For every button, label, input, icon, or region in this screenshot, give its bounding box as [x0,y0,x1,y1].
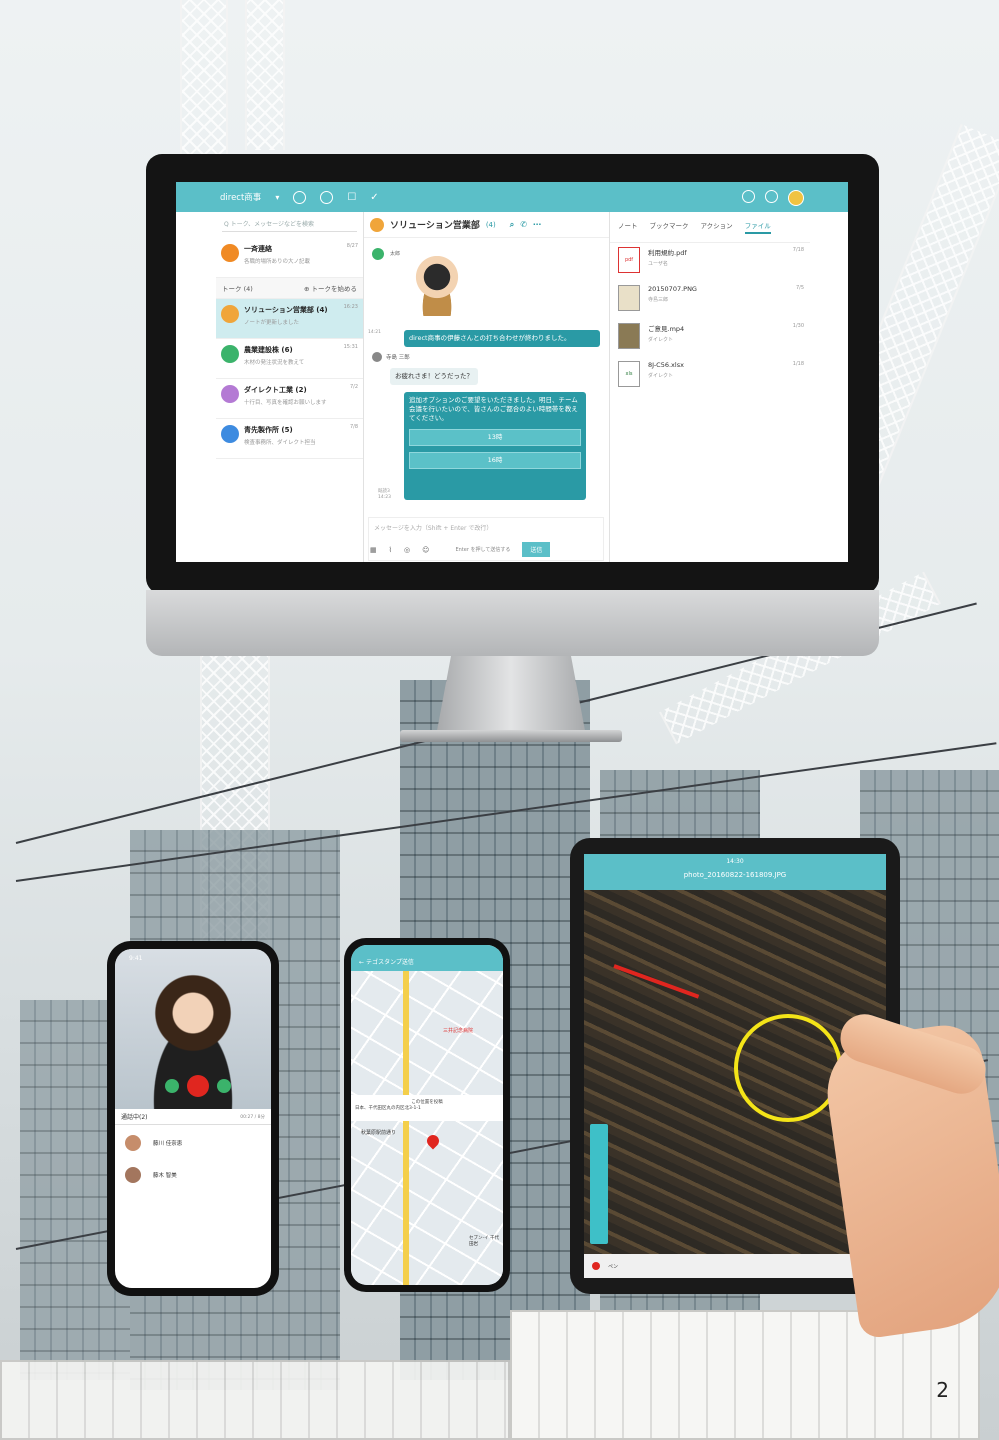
monitor-base [400,730,622,742]
crane-tower [245,0,285,150]
grid-icon[interactable]: ▦ [370,546,377,554]
task-icon[interactable]: ✓ [370,192,378,203]
chat-panel: ソリューション営業部 (4) ⌕ ✆ ⋯ 太郎 direct商事の伊藤さんとの打… [364,212,610,562]
announcement-icon [221,244,239,262]
file-item[interactable]: xls 8J-C56.xlsx ダイレクト 1/18 [610,357,810,395]
read-label: 既読3 [378,489,390,494]
tablet-bottom-bar: ペン [584,1254,886,1278]
bookmark-icon[interactable]: ☐ [347,192,356,203]
video-thumbnail-icon [618,323,640,349]
composer-tools: ▦ ⌇ ◎ ☺ Enter を押して送信する 送信 [370,542,551,557]
file-item[interactable]: 20150707.PNG 寺島三郎 7/5 [610,281,810,319]
color-dot-icon[interactable] [592,1262,600,1270]
group-avatar [370,217,384,232]
emoji-icon[interactable] [742,190,755,203]
poll-option-button[interactable]: 16時 [409,452,581,470]
member-count[interactable]: (4) [486,221,496,229]
phone-screen: ← テゴスタンプ送信 三井記念病院 この位置を投稿 日本、千代田区丸の内区北3-… [351,945,503,1285]
app-name[interactable]: direct商事 [220,191,261,203]
pdf-icon: pdf [618,247,640,273]
phone-video-call: 9:41 通話中(2) 00:27 / 8分 藤川 佳奈恵 藤木 智美 [107,941,279,1296]
tablet-header: 14:30 photo_20160822-161809.JPG [584,854,886,890]
spreadsheet-icon: xls [618,361,640,387]
tab-file[interactable]: ファイル [744,220,771,234]
tab-note[interactable]: ノート [618,220,638,234]
side-tabs: ノート ブックマーク アクション ファイル [610,212,810,243]
location-card[interactable]: この位置を投稿 日本、千代田区丸の内区北3-1-1 [351,1095,503,1121]
talk-header: トーク (4) ⊕ トークを始める [216,278,363,299]
map-header: ← テゴスタンプ送信 [351,945,503,971]
monitor-chin [146,590,879,656]
talk-item[interactable]: 農業建設株 (6) 木材の発注状況を教えて 15:31 [216,339,363,379]
phone-map: ← テゴスタンプ送信 三井記念病院 この位置を投稿 日本、千代田区丸の内区北3-… [344,938,510,1292]
annotation-circle [734,1014,842,1122]
site-container [0,1360,510,1440]
talk-list: Q トーク、メッセージなどを検索 一斉連絡 各職的場所ありの大ノ記載 8/27 ト… [216,212,364,562]
avatar [125,1135,141,1151]
poll-option-button[interactable]: 13時 [409,429,581,447]
phone-screen: 9:41 通話中(2) 00:27 / 8分 藤川 佳奈恵 藤木 智美 [115,949,271,1288]
group-avatar [221,385,239,403]
poll-message: 追加オプションのご要望をいただきました。明日、チーム会議を行いたいので、皆さんの… [404,392,586,500]
sender-avatar [372,248,384,260]
stamp-icon[interactable]: ◎ [404,546,410,554]
camera-icon[interactable] [217,1079,231,1093]
tab-action[interactable]: アクション [701,220,733,234]
photo-title: photo_20160822-161809.JPG [683,871,787,879]
send-hint[interactable]: Enter を押して送信する [455,546,510,553]
search-icon[interactable]: ⌕ [510,220,514,230]
avatar [125,1167,141,1183]
user-avatar[interactable] [788,190,804,206]
send-button[interactable]: 送信 [522,542,551,557]
list-item[interactable]: 一斉連絡 各職的場所ありの大ノ記載 8/27 [216,238,363,278]
back-icon[interactable]: ← [359,959,364,966]
contacts-icon[interactable] [293,190,307,204]
call-status-bar: 通話中(2) 00:27 / 8分 [115,1109,271,1125]
talk-item[interactable]: ダイレクト工業 (2) 十行目、写真を確認お願いします 7/2 [216,379,363,419]
call-controls [165,1075,231,1097]
message-bubble: direct商事の伊藤さんとの打ち合わせが終わりました。 [404,330,600,348]
group-avatar [221,425,239,443]
more-icon[interactable]: ⋯ [533,220,541,229]
crane-tower [180,0,228,160]
talk-item[interactable]: 青先製作所 (5) 検査事務所、ダイレクト担当 7/8 [216,419,363,459]
talk-item-solution[interactable]: ソリューション営業部 (4) ノートが更新しました 16:23 [216,299,363,339]
stamp-message: 太郎 [372,248,602,328]
message-bubble: お疲れさま！どうだった？ [390,368,478,386]
image-thumbnail-icon [618,285,640,311]
side-panel: ノート ブックマーク アクション ファイル pdf 利用規約.pdf ユーザ名 7… [610,212,810,562]
stamp-image [412,256,462,316]
file-item[interactable]: pdf 利用規約.pdf ユーザ名 7/18 [610,243,810,281]
page-number: 2 [936,1378,949,1402]
tab-bookmark[interactable]: ブックマーク [650,220,689,234]
phone-icon[interactable]: ✆ [520,220,527,229]
chevron-down-icon[interactable]: ▾ [275,193,279,202]
desktop-app-screen: direct商事 ▾ ☐ ✓ Q トーク、メッセージなどを検索 一斉連絡 各職的場… [176,182,848,562]
app-topbar: direct商事 ▾ ☐ ✓ [176,182,848,212]
notification-icon[interactable] [765,190,778,203]
sender-avatar [372,352,382,362]
mic-icon[interactable] [165,1079,179,1093]
search-input[interactable]: Q トーク、メッセージなどを検索 [222,218,357,232]
sender-row: 寺島 三郎 [372,352,410,362]
group-avatar [221,305,239,323]
channel-title: ソリューション営業部 [390,221,480,231]
drawing-toolbar[interactable] [590,1124,608,1244]
file-item[interactable]: ご意見.mp4 ダイレクト 1/30 [610,319,810,357]
participant-row[interactable]: 藤木 智美 [125,1167,177,1183]
emoji-icon[interactable]: ☺ [422,546,429,554]
group-avatar [221,345,239,363]
start-talk-button[interactable]: ⊕ トークを始める [304,283,357,293]
chat-icon[interactable] [320,190,334,204]
chat-header: ソリューション営業部 (4) ⌕ ✆ ⋯ [364,212,609,238]
hangup-button[interactable] [187,1075,209,1097]
monitor-stand [436,656,586,736]
attach-icon[interactable]: ⌇ [389,546,392,554]
map-road [403,971,409,1285]
participant-row[interactable]: 藤川 佳奈恵 [125,1135,182,1151]
